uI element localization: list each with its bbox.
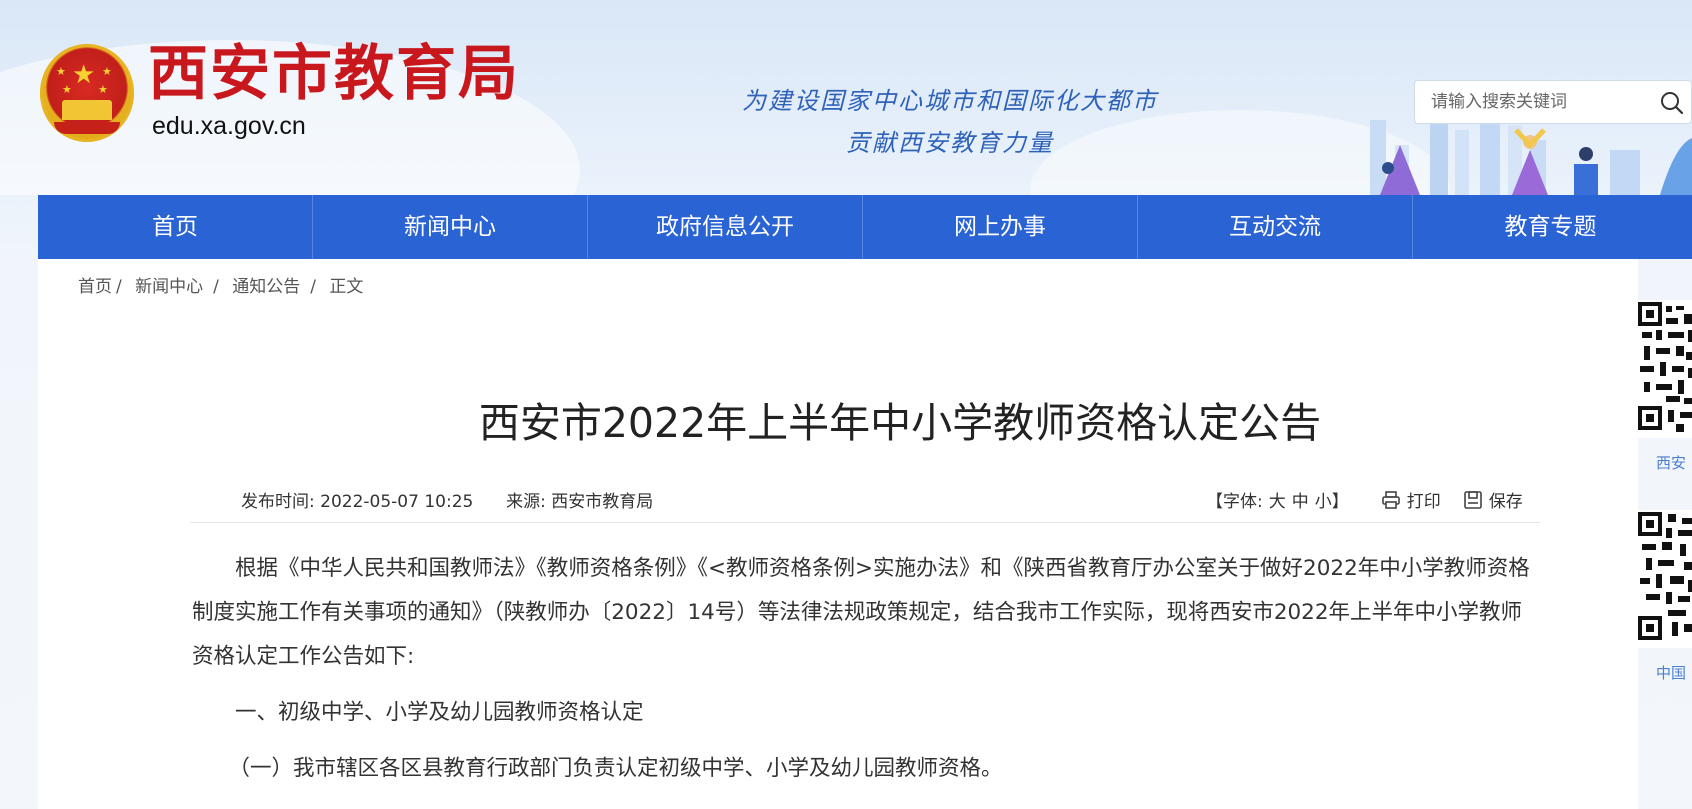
save-icon (1463, 490, 1482, 509)
nav-item-education-topics[interactable]: 教育专题 (1413, 195, 1688, 259)
breadcrumb-separator: / (116, 277, 122, 297)
font-size-large[interactable]: 大 (1269, 487, 1286, 512)
national-emblem-logo[interactable]: ★ ★ ★ ★ ★ (40, 44, 134, 142)
star-icon: ★ (56, 65, 66, 78)
breadcrumb-separator: / (310, 277, 317, 297)
breadcrumb-current: 正文 (329, 277, 364, 297)
slogan-line: 为建设国家中心城市和国际化大都市 (742, 87, 1158, 115)
print-label: 打印 (1406, 492, 1441, 512)
breadcrumb-separator: / (213, 277, 219, 297)
search-input[interactable] (1431, 81, 1631, 123)
content-area: 首页 / 新闻中心 / 通知公告 / 正文 西安市2022年上半年中小学教师资格认定公… (38, 259, 1638, 809)
print-button[interactable]: 打印 (1381, 487, 1441, 512)
star-icon: ★ (72, 60, 96, 90)
qr-code-icon[interactable] (1636, 510, 1692, 648)
breadcrumb-news[interactable]: 新闻中心 (135, 277, 203, 297)
site-domain: edu.xa.gov.cn (152, 112, 306, 140)
ribbon-icon (54, 122, 120, 134)
slogan-line: 贡献西安教育力量 (846, 129, 1054, 157)
star-icon: ★ (102, 65, 112, 78)
star-icon: ★ (98, 83, 108, 96)
breadcrumb: 首页 / 新闻中心 / 通知公告 / 正文 (78, 272, 363, 297)
article-meta: 发布时间: 2022-05-07 10:25 来源: 西安市教育局 (241, 487, 653, 512)
publish-time: 2022-05-07 10:25 (320, 492, 474, 512)
qr-caption: 中国 (1656, 664, 1687, 682)
font-size-label: 【字体: (1206, 492, 1263, 512)
breadcrumb-home[interactable]: 首页 (78, 277, 112, 297)
source-label: 来源: (506, 492, 552, 512)
article-section-heading: 一、初级中学、小学及幼儿园教师资格认定 (235, 700, 644, 725)
nav-item-online-services[interactable]: 网上办事 (863, 195, 1138, 259)
slogan: 为建设国家中心城市和国际化大都市 贡献西安教育力量 (720, 80, 1180, 164)
search-box[interactable] (1414, 80, 1692, 124)
tiananmen-gate-icon (62, 100, 112, 120)
save-label: 保存 (1488, 492, 1523, 512)
nav-item-home[interactable]: 首页 (38, 195, 313, 259)
nav-item-interaction[interactable]: 互动交流 (1138, 195, 1413, 259)
article-paragraph: （一）我市辖区各区县教育行政部门负责认定初级中学、小学及幼儿园教师资格。 (228, 756, 1003, 781)
floating-qr-panel: 西安 中国 (1636, 300, 1692, 720)
save-button[interactable]: 保存 (1463, 487, 1523, 512)
article-body: 根据《中华人民共和国教师法》《教师资格条例》《<教师资格条例>实施办法》和《陕西… (192, 547, 1542, 791)
breadcrumb-notices[interactable]: 通知公告 (232, 277, 300, 297)
printer-icon (1381, 490, 1400, 509)
nav-item-gov-info[interactable]: 政府信息公开 (588, 195, 863, 259)
divider (190, 522, 1540, 523)
article-tools: 【字体: 大 中 小 】 打印 保存 (1206, 487, 1523, 512)
font-size-bracket: 】 (1331, 492, 1349, 512)
nav-item-news[interactable]: 新闻中心 (313, 195, 588, 259)
font-size-small[interactable]: 小 (1315, 487, 1332, 512)
source-value: 西安市教育局 (551, 492, 654, 512)
qr-code-icon[interactable] (1636, 300, 1692, 438)
site-header: ★ ★ ★ ★ ★ 西安市教育局 edu.xa.gov.cn 为建设国家中心城市… (0, 0, 1692, 195)
qr-caption: 西安 (1656, 454, 1687, 472)
search-icon[interactable] (1659, 90, 1685, 116)
main-nav: 首页 新闻中心 政府信息公开 网上办事 互动交流 教育专题 (38, 195, 1692, 259)
publish-label: 发布时间: (241, 492, 321, 512)
star-icon: ★ (62, 83, 72, 96)
site-title[interactable]: 西安市教育局 (148, 44, 520, 104)
article-paragraph: 根据《中华人民共和国教师法》《教师资格条例》《<教师资格条例>实施办法》和《陕西… (192, 556, 1530, 669)
article-title: 西安市2022年上半年中小学教师资格认定公告 (478, 399, 1322, 447)
font-size-medium[interactable]: 中 (1292, 487, 1309, 512)
